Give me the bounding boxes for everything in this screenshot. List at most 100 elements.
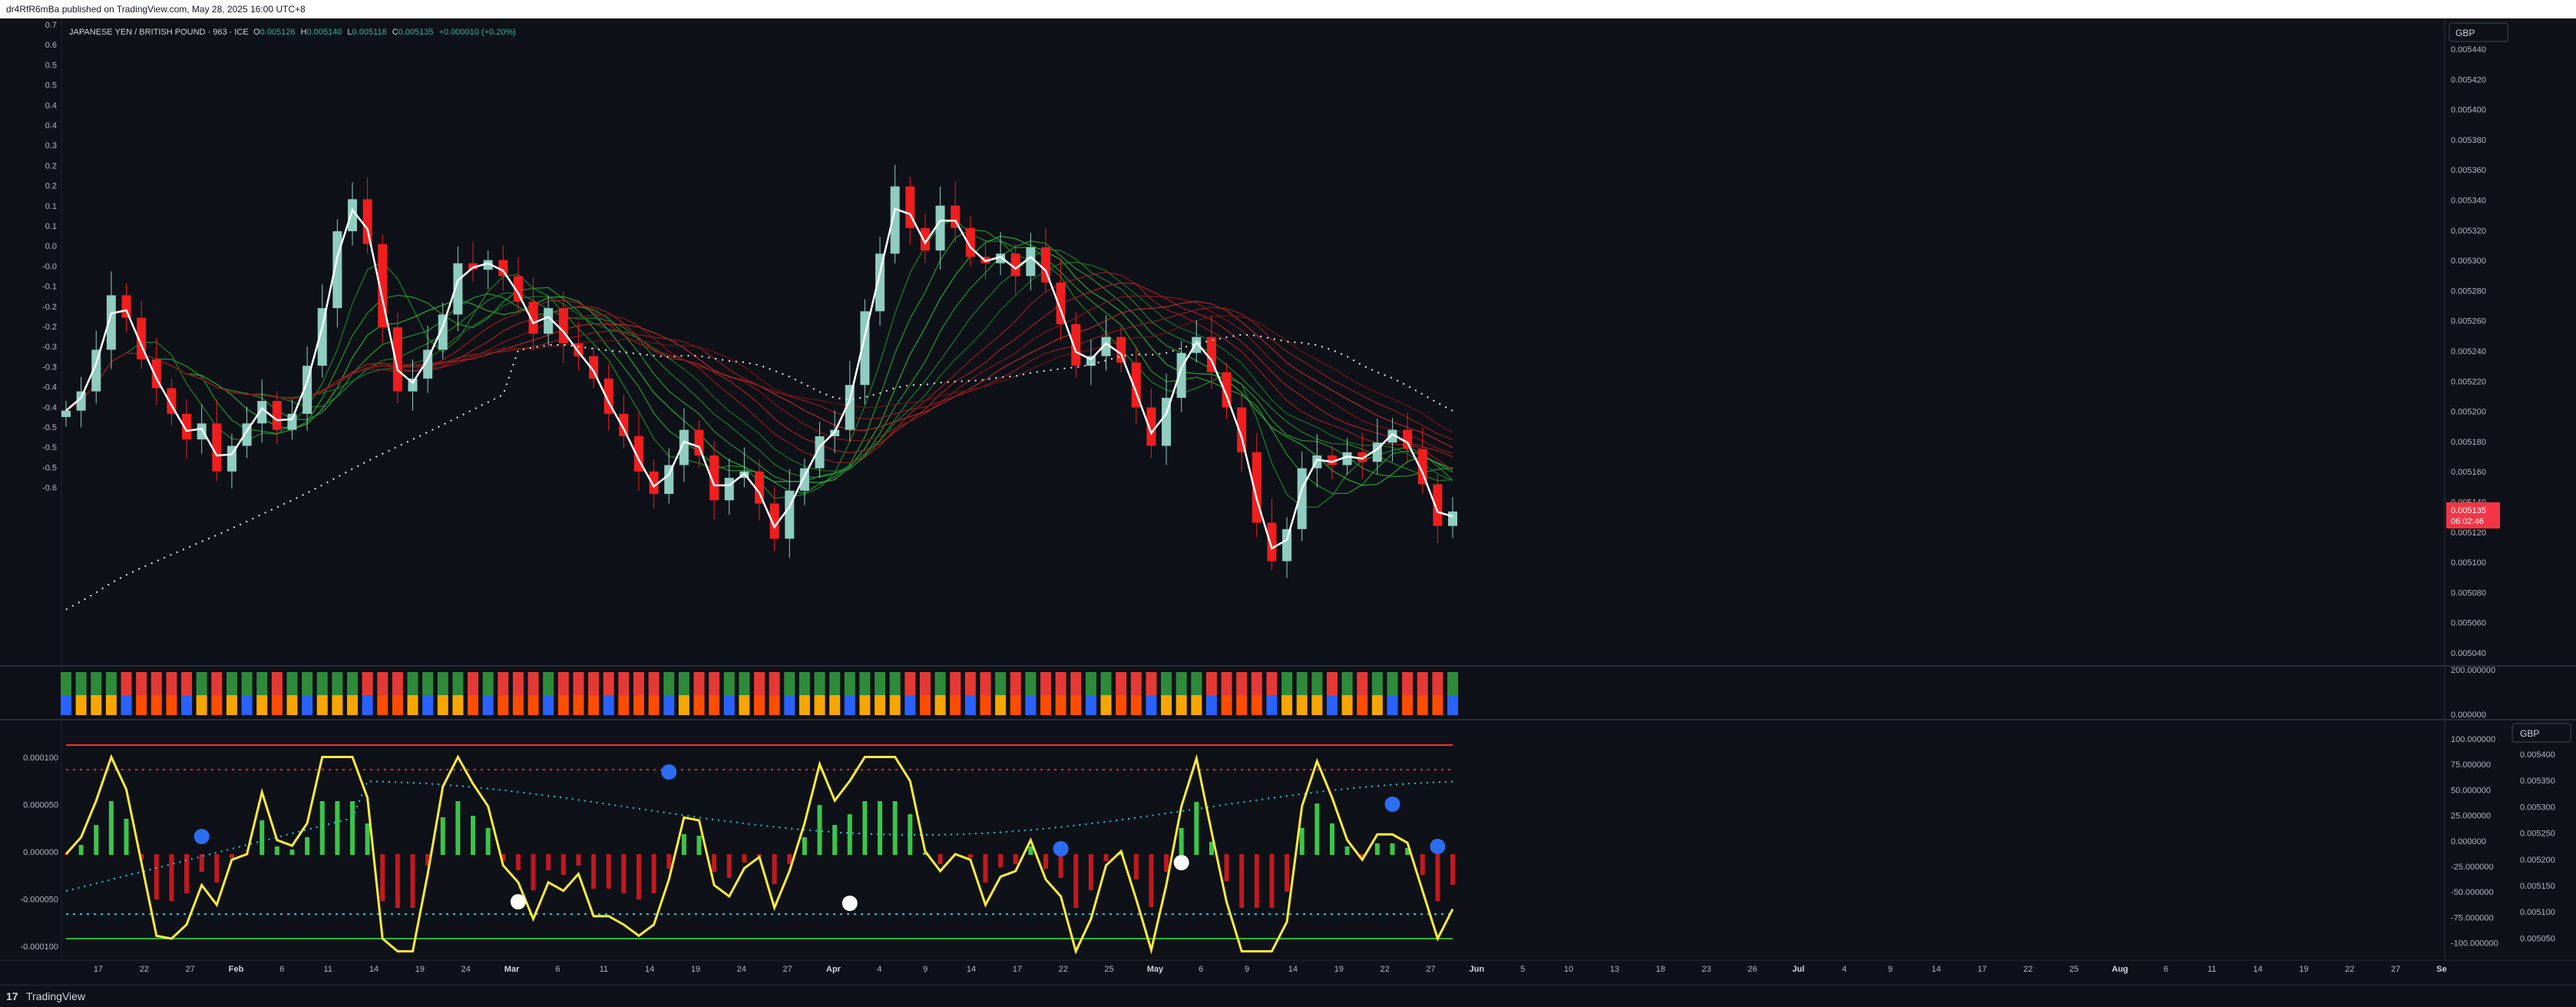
volume-bar-bottom (512, 695, 524, 715)
oscillator-left-scale[interactable]: 0.000100 0.000050 0.000000 -0.000050 -0.0001… (20, 754, 58, 952)
left-scale-tick: 0.2 (45, 161, 57, 171)
time-axis-label: Feb (229, 965, 244, 974)
left-scale[interactable]: 0.7 0.6 0.5 0.5 0.4 0.4 0.3 0.2 0.2 0.1 0.1 0.0 -0.0… (42, 21, 57, 493)
volume-bar-bottom (61, 695, 71, 715)
volume-bar-bottom (829, 695, 841, 715)
left-scale-tick: -0.4 (42, 403, 57, 412)
osc-histogram-bar (621, 854, 627, 893)
time-axis-label: 27 (1426, 965, 1435, 974)
volume-scale[interactable]: 200.000000 0.000000 (2451, 666, 2495, 720)
volume-bar-bottom (332, 695, 343, 715)
volume-bar-top (588, 672, 600, 695)
time-axis-label: 19 (415, 965, 425, 974)
oscillator-left-tick: 0.000000 (23, 848, 58, 857)
volume-bar-top (904, 672, 916, 695)
price-scale[interactable]: 0.005440 0.005420 0.005400 0.005380 0.005360… (2451, 45, 2486, 658)
left-scale-tick: 0.6 (45, 41, 57, 50)
price-scale-tick: 0.005420 (2451, 75, 2486, 84)
volume-bar-bottom (1116, 695, 1127, 715)
price-scale-tick: 0.005080 (2451, 588, 2486, 598)
time-axis-label: 27 (186, 965, 195, 974)
osc-histogram-bar (1179, 828, 1184, 855)
candle-body (935, 205, 945, 251)
price-scale-tick: 0.005060 (2451, 619, 2486, 628)
osc-histogram-bar (365, 823, 370, 855)
time-axis-label: 25 (1104, 965, 1113, 974)
volume-bar-top (512, 672, 524, 695)
volume-bar-bottom (1281, 695, 1293, 715)
volume-bar-bottom (271, 695, 283, 715)
volume-bar-top (814, 672, 825, 695)
osc-histogram-bar (108, 801, 114, 855)
time-axis-label: 14 (369, 965, 379, 974)
tradingview-logo-icon[interactable]: 17 (6, 990, 18, 1002)
last-price-value: 0.005135 (2451, 506, 2486, 515)
volume-bar-top (1100, 672, 1112, 695)
oscillator-far-right-tick: 0.005300 (2520, 803, 2555, 812)
osc-histogram-bar (94, 825, 99, 855)
osc-histogram-bar (335, 801, 340, 855)
volume-bar-top (754, 672, 765, 695)
volume-bar-top (181, 672, 193, 695)
candle-body (785, 490, 795, 539)
oscillator-far-right-tick: 0.005100 (2520, 908, 2555, 917)
time-axis-label: 23 (1701, 965, 1711, 974)
time-axis-label: Apr (826, 965, 842, 974)
candle-body (1403, 429, 1413, 449)
osc-histogram-bar (561, 854, 566, 875)
time-axis-label: 19 (1334, 965, 1344, 974)
osc-signal-dot (661, 764, 677, 780)
osc-histogram-bar (591, 854, 597, 889)
osc-histogram-bar (576, 854, 581, 866)
time-axis-label: 19 (691, 965, 700, 974)
oscillator-far-right-scale[interactable]: 0.005400 0.005350 0.005300 0.005250 0.005200… (2520, 750, 2555, 943)
volume-bar-top (75, 672, 87, 695)
volume-bar-top (784, 672, 795, 695)
volume-bar-bottom (437, 695, 448, 715)
osc-histogram-bar (1299, 828, 1305, 855)
osc-histogram-bar (651, 854, 656, 893)
volume-bar-bottom (844, 695, 855, 715)
oscillator-far-right-tick: 0.005200 (2520, 856, 2555, 865)
volume-bar-bottom (919, 695, 931, 715)
osc-histogram-bar (681, 834, 686, 855)
volume-bar-top (1387, 672, 1398, 695)
candle-body (724, 478, 734, 501)
left-scale-tick: -0.2 (42, 323, 57, 332)
currency-badge-lower-label: GBP (2520, 728, 2539, 739)
volume-bar-bottom (1130, 695, 1142, 715)
price-scale-tick: 0.005260 (2451, 317, 2486, 326)
chart-canvas[interactable]: JAPANESE YEN / BRITISH POUND · 963 · ICE… (0, 0, 2576, 985)
volume-bar-bottom (557, 695, 569, 715)
volume-bar-top (256, 672, 268, 695)
volume-bar-top (362, 672, 373, 695)
volume-bar-top (934, 672, 946, 695)
osc-histogram-bar (214, 854, 220, 883)
left-scale-tick: -0.3 (42, 343, 57, 352)
osc-histogram-bar (878, 801, 883, 855)
left-scale-tick: 0.2 (45, 182, 57, 191)
volume-bar-bottom (1341, 695, 1353, 715)
oscillator-right-tick: 100.000000 (2451, 735, 2495, 744)
time-axis[interactable]: 17 22 27 Feb 6 11 14 19 24 Mar 6 11 14 19 24 27 Apr 4 9 14 1… (94, 965, 2447, 974)
osc-histogram-bar (1269, 854, 1275, 908)
osc-histogram-bar (1149, 854, 1154, 907)
volume-bar-top (769, 672, 780, 695)
volume-bar-bottom (1311, 695, 1323, 715)
time-axis-label: Jul (1792, 965, 1804, 974)
footer-brand[interactable]: TradingView (26, 990, 85, 1002)
oscillator-far-right-tick: 0.005050 (2520, 934, 2555, 943)
left-scale-tick: 0.5 (45, 81, 57, 91)
volume-bar-bottom (91, 695, 102, 715)
volume-bar-top (950, 672, 961, 695)
volume-bar-bottom (588, 695, 600, 715)
volume-bar-top (302, 672, 313, 695)
volume-bar-bottom (1402, 695, 1414, 715)
volume-bar-top (332, 672, 343, 695)
osc-histogram-bar (1254, 854, 1259, 908)
candle-body (1448, 511, 1457, 526)
volume-bar-top (1176, 672, 1187, 695)
osc-histogram-bar (937, 854, 943, 864)
oscillator-right-scale[interactable]: 100.000000 75.000000 50.000000 25.000000 0.0… (2451, 735, 2498, 949)
time-axis-label: 22 (140, 965, 149, 974)
